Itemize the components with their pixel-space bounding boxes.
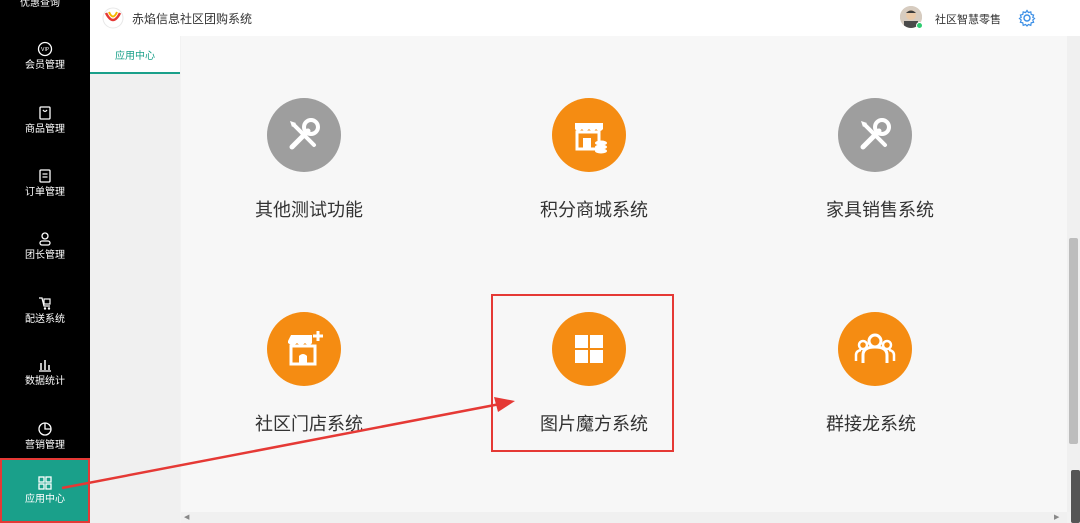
group-icon bbox=[854, 333, 896, 363]
wrench-screwdriver-icon bbox=[289, 118, 320, 150]
vip-icon: VIP bbox=[37, 41, 53, 56]
tab-app-center[interactable]: 应用中心 bbox=[90, 36, 180, 74]
app-icon-circle bbox=[552, 98, 626, 172]
sidebar-item-label: 应用中心 bbox=[25, 494, 65, 505]
sidebar-item-label: 订单管理 bbox=[25, 186, 65, 198]
highlight-box bbox=[491, 294, 674, 452]
svg-text:VIP: VIP bbox=[41, 47, 49, 53]
app-tile-community-store[interactable]: 社区门店系统 bbox=[255, 312, 455, 452]
app-name: 群接龙系统 bbox=[826, 414, 916, 435]
bar-chart-icon bbox=[39, 359, 51, 372]
sidebar-item-orders[interactable]: 订单管理 bbox=[0, 157, 90, 209]
sidebar-item-products[interactable]: 商品管理 bbox=[0, 94, 90, 146]
sidebar-item-app-center[interactable]: 应用中心 bbox=[0, 458, 90, 523]
sidebar-item-delivery[interactable]: 配送系统 bbox=[0, 284, 90, 336]
sidebar-item-leaders[interactable]: 团长管理 bbox=[0, 220, 90, 272]
scroll-left-arrow-icon[interactable]: ◀ bbox=[184, 513, 189, 521]
app-tile-group-chain[interactable]: 群接龙系统 bbox=[826, 312, 1026, 452]
app-name: 家具销售系统 bbox=[826, 200, 934, 221]
user-name[interactable]: 社区智慧零售 bbox=[935, 11, 1001, 27]
app-name: 社区门店系统 bbox=[255, 414, 363, 435]
app-window: 优惠查询 VIP 会员管理 商品管理 订单管理 团长管理 配送系统 数据统计 营… bbox=[0, 0, 1080, 523]
store-add-icon bbox=[288, 331, 323, 366]
app-tile-other-test[interactable]: 其他测试功能 bbox=[255, 98, 455, 238]
delivery-icon bbox=[39, 296, 51, 310]
sidebar-item-label: 营销管理 bbox=[25, 439, 65, 451]
sidebar: 优惠查询 VIP 会员管理 商品管理 订单管理 团长管理 配送系统 数据统计 营… bbox=[0, 0, 90, 523]
brand-logo bbox=[102, 7, 124, 29]
order-icon bbox=[39, 168, 51, 183]
scroll-right-arrow-icon[interactable]: ▶ bbox=[1054, 513, 1059, 521]
app-tile-points-mall[interactable]: 积分商城系统 bbox=[540, 98, 740, 238]
sidebar-item-label: 团长管理 bbox=[25, 249, 65, 261]
side-widget-handle[interactable] bbox=[1071, 470, 1080, 523]
app-icon-circle bbox=[838, 312, 912, 386]
online-status-dot bbox=[916, 22, 923, 29]
leader-icon bbox=[39, 231, 51, 246]
sidebar-item-marketing[interactable]: 营销管理 bbox=[0, 410, 90, 462]
tab-strip bbox=[90, 36, 180, 523]
sidebar-item-statistics[interactable]: 数据统计 bbox=[0, 346, 90, 398]
store-coins-icon bbox=[575, 123, 607, 154]
app-tile-furniture-sales[interactable]: 家具销售系统 bbox=[826, 98, 1026, 238]
app-icon-circle bbox=[267, 98, 341, 172]
app-icon-circle bbox=[838, 98, 912, 172]
app-icon-circle bbox=[267, 312, 341, 386]
grid-icon bbox=[38, 476, 52, 490]
app-title: 赤焰信息社区团购系统 bbox=[132, 12, 253, 26]
scrollbar-thumb[interactable] bbox=[1069, 238, 1078, 444]
wrench-screwdriver-icon bbox=[860, 118, 891, 150]
sidebar-item-label: 数据统计 bbox=[25, 375, 65, 387]
sidebar-item-cut-label[interactable]: 优惠查询 bbox=[20, 0, 60, 9]
top-header: 赤焰信息社区团购系统 社区智慧零售 bbox=[90, 0, 1080, 36]
vertical-scrollbar[interactable] bbox=[1067, 36, 1080, 512]
sidebar-item-label: 配送系统 bbox=[25, 313, 65, 325]
pie-chart-icon bbox=[38, 421, 52, 436]
tab-label: 应用中心 bbox=[115, 50, 155, 62]
sidebar-item-members[interactable]: VIP 会员管理 bbox=[0, 30, 90, 82]
horizontal-scrollbar[interactable]: ◀ ▶ bbox=[181, 512, 1067, 523]
product-icon bbox=[39, 105, 51, 120]
sidebar-item-label: 会员管理 bbox=[25, 59, 65, 71]
app-name: 其他测试功能 bbox=[255, 200, 363, 221]
app-name: 积分商城系统 bbox=[540, 200, 648, 221]
sidebar-item-label: 商品管理 bbox=[25, 123, 65, 135]
settings-gear-icon[interactable] bbox=[1018, 9, 1036, 27]
